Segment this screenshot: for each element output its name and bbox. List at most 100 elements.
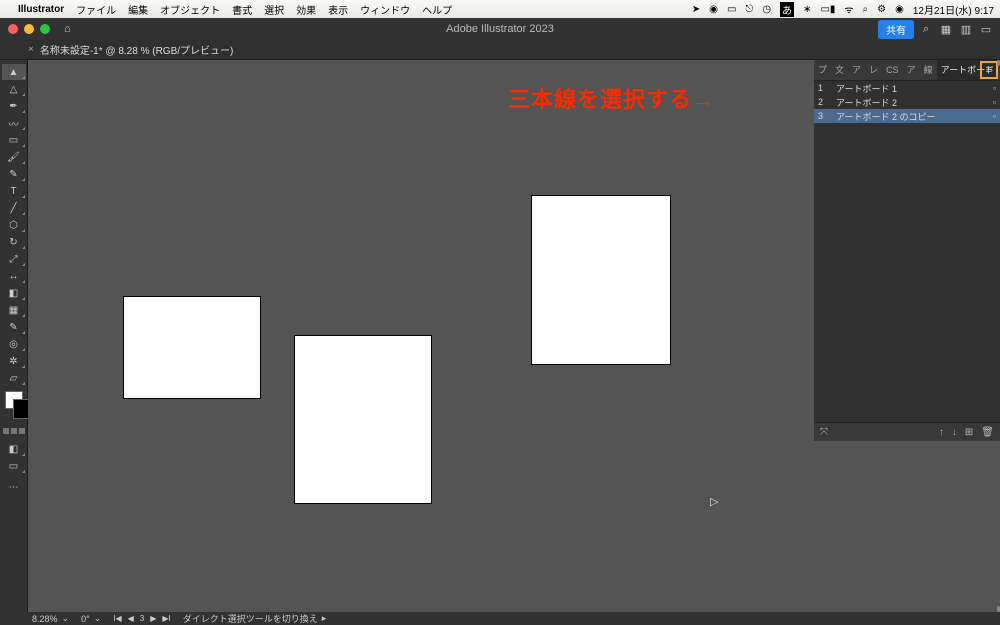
menu-effect[interactable]: 効果 [296, 2, 316, 17]
cursor-icon: ▷ [710, 495, 718, 508]
chevron-down-icon: ⌄ [94, 613, 102, 624]
menu-type[interactable]: 書式 [232, 2, 252, 17]
line-tool[interactable]: ╱ [2, 200, 26, 216]
first-icon[interactable]: I◀ [113, 614, 121, 623]
menu-file[interactable]: ファイル [76, 2, 116, 17]
ime-icon[interactable]: あ [780, 2, 794, 17]
eyedropper-tool[interactable]: ✎ [2, 319, 26, 335]
menu-help[interactable]: ヘルプ [422, 2, 452, 17]
draw-mode-tool[interactable]: ◧ [2, 441, 26, 457]
width-tool[interactable]: ↔ [2, 268, 26, 284]
artboard-options-icon[interactable]: ▫ [993, 111, 996, 121]
spotlight-icon[interactable]: ⌕ [863, 4, 869, 15]
menu-edit[interactable]: 編集 [128, 2, 148, 17]
search-icon[interactable]: ⌕ [918, 23, 934, 36]
workspace-icon[interactable]: ▥ [958, 23, 974, 36]
panel-tab-row: プ 文 ア レ CS ア 線 アートボード ≡ [814, 60, 1000, 81]
delete-artboard-icon[interactable]: 🗑 [981, 427, 994, 438]
clock-icon[interactable]: ◷ [762, 4, 771, 15]
edit-toolbar-button[interactable]: ⋯ [2, 479, 26, 495]
new-artboard-icon[interactable]: ⊞ [965, 427, 973, 438]
panel-tab-6[interactable]: 線 [920, 60, 937, 80]
status-bar: 8.28% ⌄ 0° ⌄ I◀ ◀ 3 ▶ ▶I ダイレクト選択ツールを切り換え… [0, 612, 1000, 625]
menu-object[interactable]: オブジェクト [160, 2, 220, 17]
tray-icon[interactable]: ⎋ [745, 4, 753, 15]
artboard-panel-footer: ⤧ ↑ ↓ ⊞ 🗑 [814, 423, 1000, 441]
pencil-tool[interactable]: ✎ [2, 166, 26, 182]
panel-tab-0[interactable]: プ [814, 60, 831, 80]
shape-builder-tool[interactable]: ⬡ [2, 217, 26, 233]
direct-selection-tool[interactable]: △ [2, 81, 26, 97]
artboard-1[interactable] [123, 296, 261, 399]
menu-select[interactable]: 選択 [264, 2, 284, 17]
artboard-row[interactable]: 2 アートボード 2 ▫ [814, 95, 1000, 109]
location-icon[interactable]: ➤ [692, 4, 700, 15]
scale-tool[interactable]: ⤢ [2, 251, 26, 267]
artboard-row[interactable]: 3 アートボード 2 のコピー ▫ [814, 109, 1000, 123]
panel-toggle-icon[interactable]: ▭ [978, 23, 994, 36]
canvas[interactable]: 三本線を選択する→ ▷ × « プ 文 ア レ CS ア 線 アートボード ≡ … [28, 60, 1000, 612]
next-icon[interactable]: ▶ [150, 614, 156, 623]
color-mode-row[interactable] [2, 428, 26, 434]
gradient-tool[interactable]: ▦ [2, 302, 26, 318]
zoom-control[interactable]: 8.28% ⌄ [32, 613, 69, 624]
close-tab-icon[interactable]: × [28, 44, 34, 55]
eraser-tool[interactable]: ◧ [2, 285, 26, 301]
document-tab-row: × 名称未設定-1* @ 8.28 % (RGB/プレビュー) [0, 40, 1000, 60]
type-tool[interactable]: T [2, 183, 26, 199]
panel-tab-2[interactable]: ア [848, 60, 865, 80]
home-icon[interactable]: ⌂ [64, 23, 71, 35]
arrange-icon[interactable]: ▦ [938, 23, 954, 36]
artboard-nav[interactable]: I◀ ◀ 3 ▶ ▶I [113, 614, 171, 623]
move-up-icon[interactable]: ↑ [939, 427, 944, 438]
menu-window[interactable]: ウィンドウ [360, 2, 410, 17]
artboard-3[interactable] [531, 195, 671, 365]
symbol-sprayer-tool[interactable]: ✲ [2, 353, 26, 369]
wifi-icon[interactable]: ᯤ [844, 2, 853, 16]
artboard-options-icon[interactable]: ▫ [993, 97, 996, 107]
rearrange-artboards-icon[interactable]: ⤧ [820, 427, 828, 438]
macos-menubar: Illustrator ファイル 編集 オブジェクト 書式 選択 効果 表示 ウ… [0, 0, 1000, 18]
pen-tool[interactable]: ✒ [2, 98, 26, 114]
artboard-tool[interactable]: ▱ [2, 370, 26, 386]
panel-tab-1[interactable]: 文 [831, 60, 848, 80]
bluetooth-icon[interactable]: ∗ [803, 4, 811, 15]
window-controls [8, 24, 50, 34]
menu-view[interactable]: 表示 [328, 2, 348, 17]
paintbrush-tool[interactable]: 🖌 [2, 149, 26, 165]
app-name[interactable]: Illustrator [18, 4, 64, 15]
rectangle-tool[interactable]: ▭ [2, 132, 26, 148]
airplay-icon[interactable]: ▭ [727, 4, 736, 15]
control-center-icon[interactable]: ⚙ [877, 4, 886, 15]
artboard-row[interactable]: 1 アートボード 1 ▫ [814, 81, 1000, 95]
artboard-2[interactable] [294, 335, 432, 504]
screen-mode-tool[interactable]: ▭ [2, 458, 26, 474]
share-button[interactable]: 共有 [878, 20, 914, 39]
artboard-options-icon[interactable]: ▫ [993, 83, 996, 93]
panel-tab-4[interactable]: CS [882, 60, 903, 80]
siri-icon[interactable]: ◉ [895, 4, 904, 15]
document-tab[interactable]: × 名称未設定-1* @ 8.28 % (RGB/プレビュー) [28, 42, 233, 57]
rotate-value: 0° [81, 614, 90, 624]
blend-tool[interactable]: ◎ [2, 336, 26, 352]
minimize-window-button[interactable] [24, 24, 34, 34]
last-icon[interactable]: ▶I [162, 614, 170, 623]
rotate-tool[interactable]: ↻ [2, 234, 26, 250]
artboard-number: 1 [818, 83, 828, 93]
app-title: Adobe Illustrator 2023 [446, 23, 554, 35]
curvature-tool[interactable]: 〰 [2, 115, 26, 131]
move-down-icon[interactable]: ↓ [952, 427, 957, 438]
chevron-down-icon: ⌄ [62, 613, 70, 624]
panel-tab-3[interactable]: レ [865, 60, 882, 80]
panel-menu-icon[interactable]: ≡ [980, 61, 998, 79]
fill-stroke-swatch[interactable] [5, 391, 23, 409]
battery-icon[interactable]: ▭▮ [820, 4, 835, 15]
prev-icon[interactable]: ◀ [128, 614, 134, 623]
menubar-clock[interactable]: 12月21日(水) 9:17 [913, 2, 994, 17]
zoom-window-button[interactable] [40, 24, 50, 34]
rotate-control[interactable]: 0° ⌄ [81, 613, 101, 624]
close-window-button[interactable] [8, 24, 18, 34]
panel-tab-5[interactable]: ア [903, 60, 920, 80]
selection-tool[interactable]: ▲ [2, 64, 26, 80]
line-app-icon[interactable]: ◉ [709, 4, 718, 15]
